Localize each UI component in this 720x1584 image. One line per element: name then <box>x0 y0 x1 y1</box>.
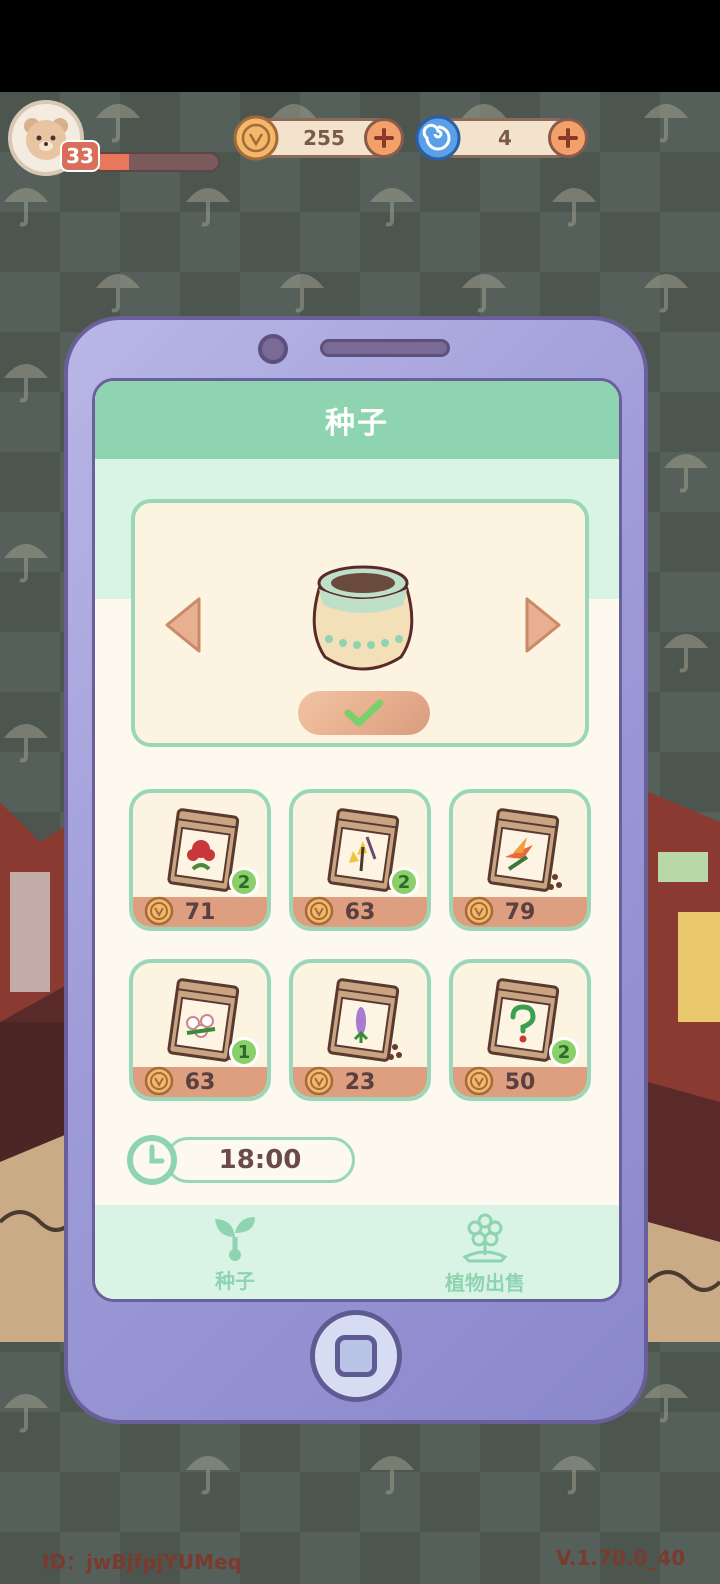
seed-price-value: 63 <box>184 1069 216 1095</box>
seed-price-value: 23 <box>344 1069 376 1095</box>
seed-card[interactable]: 79 <box>449 789 591 931</box>
umbrella-pattern-icon <box>186 1456 230 1495</box>
sprout-icon <box>215 1217 255 1261</box>
plus-icon <box>558 128 578 148</box>
swirl-gem-icon <box>415 115 461 161</box>
umbrella-pattern-icon <box>664 454 708 493</box>
timer-text: 18:00 <box>165 1137 355 1183</box>
checkmark-icon <box>344 699 384 727</box>
seed-price: 63 <box>133 1066 267 1097</box>
seed-card[interactable]: 2 63 <box>289 789 431 931</box>
shop-room-left <box>0 802 72 1342</box>
seed-card[interactable]: 1 63 <box>129 959 271 1101</box>
tab-seeds-label: 种子 <box>215 1269 255 1293</box>
seed-price: 50 <box>453 1066 587 1097</box>
umbrella-pattern-icon <box>462 274 506 313</box>
umbrella-pattern-icon <box>644 1384 688 1423</box>
phone-camera <box>258 334 288 364</box>
seed-card[interactable]: 23 <box>289 959 431 1101</box>
umbrella-pattern-icon <box>96 274 140 313</box>
seed-card[interactable]: 2 71 <box>129 789 271 931</box>
umbrella-pattern-icon <box>4 724 48 763</box>
seed-price: 71 <box>133 896 267 927</box>
plus-icon <box>374 128 394 148</box>
tab-bar: 种子 植物出售 <box>95 1205 619 1299</box>
phone-home-button[interactable] <box>310 1310 402 1402</box>
umbrella-pattern-icon <box>4 364 48 403</box>
tab-plant-sales-label: 植物出售 <box>445 1271 525 1295</box>
umbrella-pattern-icon <box>664 634 708 673</box>
umbrella-pattern-icon <box>552 188 596 227</box>
seed-price-value: 50 <box>504 1069 536 1095</box>
tab-plant-sales[interactable]: 植物出售 <box>405 1213 565 1297</box>
seed-price-value: 63 <box>344 899 376 925</box>
umbrella-pattern-icon <box>552 1456 596 1495</box>
umbrella-pattern-icon <box>4 188 48 227</box>
umbrella-pattern-icon <box>280 274 324 313</box>
home-square-icon <box>335 1335 377 1377</box>
umbrella-pattern-icon <box>644 104 688 143</box>
coin-icon <box>304 1066 334 1096</box>
seed-price-value: 79 <box>504 899 536 925</box>
seed-card[interactable]: 2 50 <box>449 959 591 1101</box>
coin-icon <box>304 896 334 926</box>
umbrella-pattern-icon <box>4 1394 48 1433</box>
seed-count-badge: 1 <box>229 1037 259 1067</box>
phone-speaker <box>320 339 450 357</box>
seed-packet-icon <box>327 978 402 1062</box>
seed-packet-icon <box>487 808 562 892</box>
seed-price: 23 <box>293 1066 427 1097</box>
status-bar <box>0 0 720 92</box>
clock-icon <box>127 1135 177 1185</box>
umbrella-pattern-icon <box>96 104 140 143</box>
shop-room-right <box>648 792 720 1342</box>
seed-price: 79 <box>453 896 587 927</box>
umbrella-pattern-icon <box>644 274 688 313</box>
seed-price: 63 <box>293 896 427 927</box>
previous-arrow-icon[interactable] <box>163 595 203 655</box>
flower-icon <box>462 1213 508 1263</box>
umbrella-pattern-icon <box>370 188 414 227</box>
pot-preview-panel <box>131 499 589 747</box>
seed-count-badge: 2 <box>229 867 259 897</box>
coin-icon <box>464 1066 494 1096</box>
seed-count-badge: 2 <box>549 1037 579 1067</box>
add-gems-button[interactable] <box>548 118 588 158</box>
umbrella-pattern-icon <box>4 544 48 583</box>
umbrella-pattern-icon <box>186 188 230 227</box>
coin-icon <box>233 115 279 161</box>
seed-price-value: 71 <box>184 899 216 925</box>
add-coins-button[interactable] <box>364 118 404 158</box>
phone-screen: 种子 2 71 2 63 79 1 63 23 2 50 18:00 种子 植物… <box>92 378 622 1302</box>
confirm-pot-button[interactable] <box>298 691 430 735</box>
seed-count-badge: 2 <box>389 867 419 897</box>
umbrella-pattern-icon <box>370 1456 414 1495</box>
player-id-text: ID：jwBjfpjYUMeq <box>42 1550 242 1574</box>
next-arrow-icon[interactable] <box>523 595 563 655</box>
coin-icon <box>144 1066 174 1096</box>
coin-icon <box>144 896 174 926</box>
coin-icon <box>464 896 494 926</box>
tab-seeds[interactable]: 种子 <box>155 1213 315 1297</box>
screen-title: 种子 <box>95 381 619 459</box>
xp-progress-bar <box>92 152 220 172</box>
pot-icon <box>312 565 414 671</box>
level-badge: 33 <box>60 140 100 172</box>
version-text: V.1.70.0_40 <box>556 1546 686 1570</box>
restock-timer: 18:00 <box>125 1133 361 1187</box>
